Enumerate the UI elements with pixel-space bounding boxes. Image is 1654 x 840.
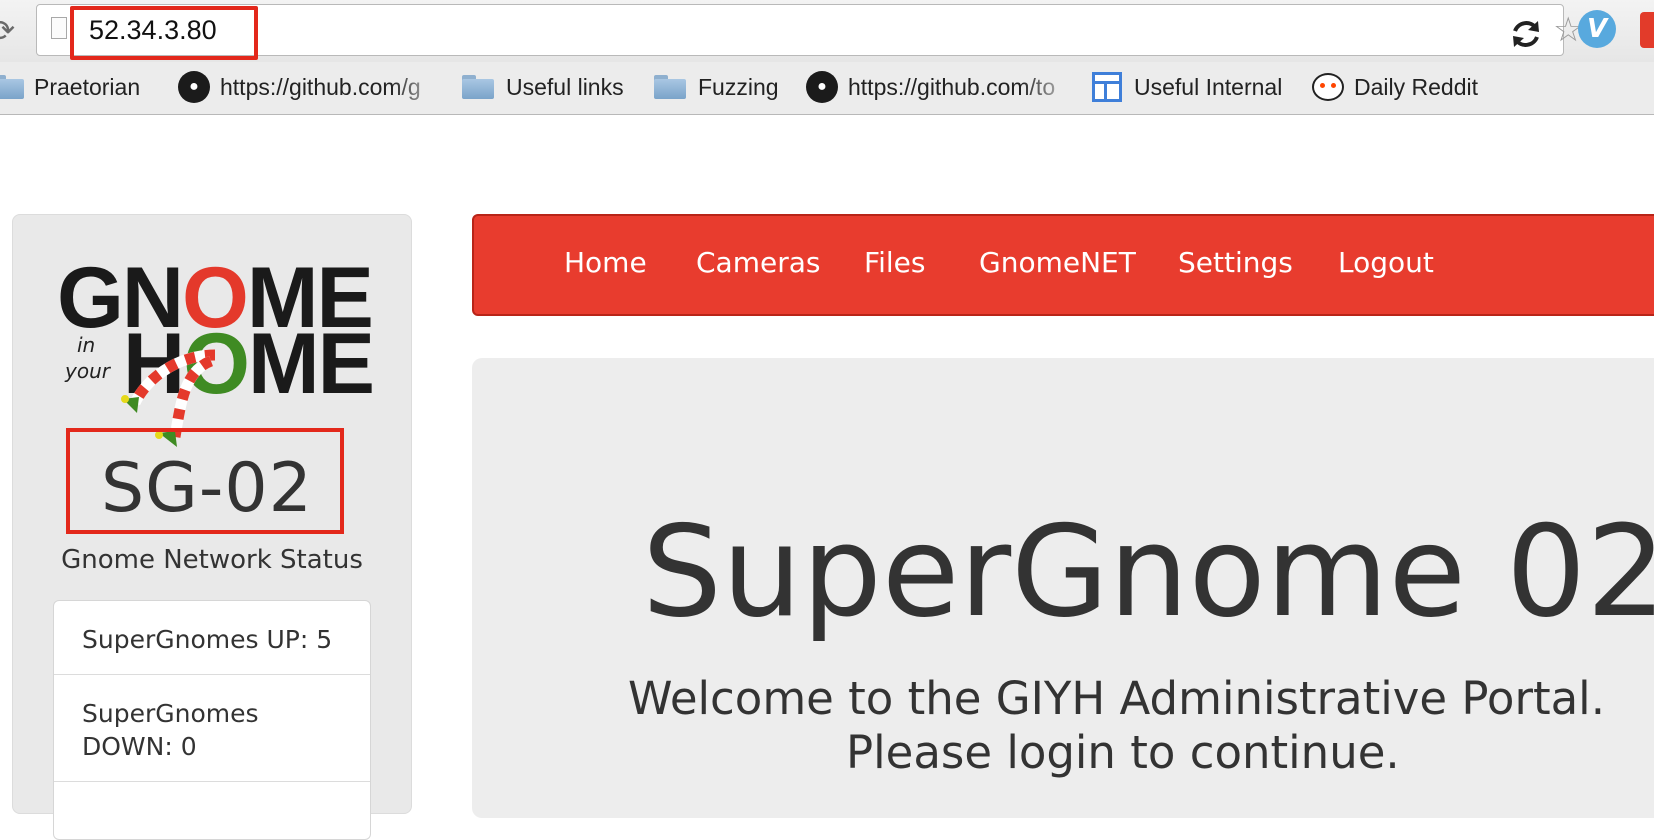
login-prompt: Please login to continue. xyxy=(846,726,1400,779)
page-title: SuperGnome 02 xyxy=(642,498,1654,645)
extension-v-icon[interactable]: V xyxy=(1578,10,1616,48)
bookmark-label: Praetorian xyxy=(34,73,141,100)
welcome-message: Welcome to the GIYH Administrative Porta… xyxy=(628,672,1605,725)
nav-logout[interactable]: Logout xyxy=(1338,246,1434,279)
bookmark-github-1[interactable]: ● https://github.com/g xyxy=(178,70,448,104)
github-icon: ● xyxy=(178,71,210,103)
refresh-icon[interactable] xyxy=(1509,17,1543,51)
address-bar[interactable]: 52.34.3.80 ☆ xyxy=(36,4,1583,56)
bookmark-fuzzing[interactable]: Fuzzing xyxy=(654,70,779,104)
reddit-icon xyxy=(1312,73,1344,101)
network-status-title: Gnome Network Status xyxy=(61,545,363,575)
folder-icon xyxy=(462,75,494,99)
nav-settings[interactable]: Settings xyxy=(1178,246,1293,279)
browser-toolbar: ⟳ 52.34.3.80 ☆ V xyxy=(0,0,1654,62)
bookmark-useful-internal[interactable]: Useful Internal xyxy=(1092,70,1282,104)
page-icon xyxy=(51,17,67,39)
logo-text: in xyxy=(77,333,96,357)
gnome-id-highlight-box xyxy=(66,428,344,534)
bookmark-daily-reddit[interactable]: Daily Reddit xyxy=(1312,70,1478,104)
main-navbar: Home Cameras Files GnomeNET Settings Log… xyxy=(472,214,1654,316)
url-highlight-box xyxy=(70,6,258,60)
bookmark-label: Useful links xyxy=(506,73,624,100)
nav-home[interactable]: Home xyxy=(564,246,647,279)
folder-icon xyxy=(654,75,686,99)
bookmark-github-2[interactable]: ● https://github.com/to xyxy=(806,70,1078,104)
bookmark-label: https://github.com/g xyxy=(220,73,421,100)
reload-icon[interactable]: ⟳ xyxy=(0,14,15,49)
bookmarks-bar: Praetorian ● https://github.com/g Useful… xyxy=(0,62,1654,115)
nav-files[interactable]: Files xyxy=(864,246,925,279)
gnome-in-your-home-logo: GNOME HOME in your xyxy=(57,255,377,447)
logo-text: ME xyxy=(248,316,375,412)
bookmark-label: https://github.com/to xyxy=(848,73,1056,100)
bookmark-praetorian[interactable]: Praetorian xyxy=(0,70,140,104)
logo-text: your xyxy=(65,359,110,383)
github-icon: ● xyxy=(806,71,838,103)
status-up: SuperGnomes UP: 5 xyxy=(54,601,370,675)
bookmark-label: Useful Internal xyxy=(1134,73,1283,100)
grid-icon xyxy=(1092,72,1122,102)
main-panel: SuperGnome 02 Welcome to the GIYH Admini… xyxy=(472,358,1654,818)
extension-red-icon[interactable] xyxy=(1640,12,1654,48)
network-status-panel: SuperGnomes UP: 5 SuperGnomes DOWN: 0 xyxy=(53,600,371,840)
nav-cameras[interactable]: Cameras xyxy=(696,246,820,279)
bookmark-label: Fuzzing xyxy=(698,73,779,100)
bookmark-label: Daily Reddit xyxy=(1354,73,1478,100)
bookmark-useful-links[interactable]: Useful links xyxy=(462,70,624,104)
folder-icon xyxy=(0,75,24,99)
nav-gnomenet[interactable]: GnomeNET xyxy=(979,246,1136,279)
status-down: SuperGnomes DOWN: 0 xyxy=(54,675,370,782)
